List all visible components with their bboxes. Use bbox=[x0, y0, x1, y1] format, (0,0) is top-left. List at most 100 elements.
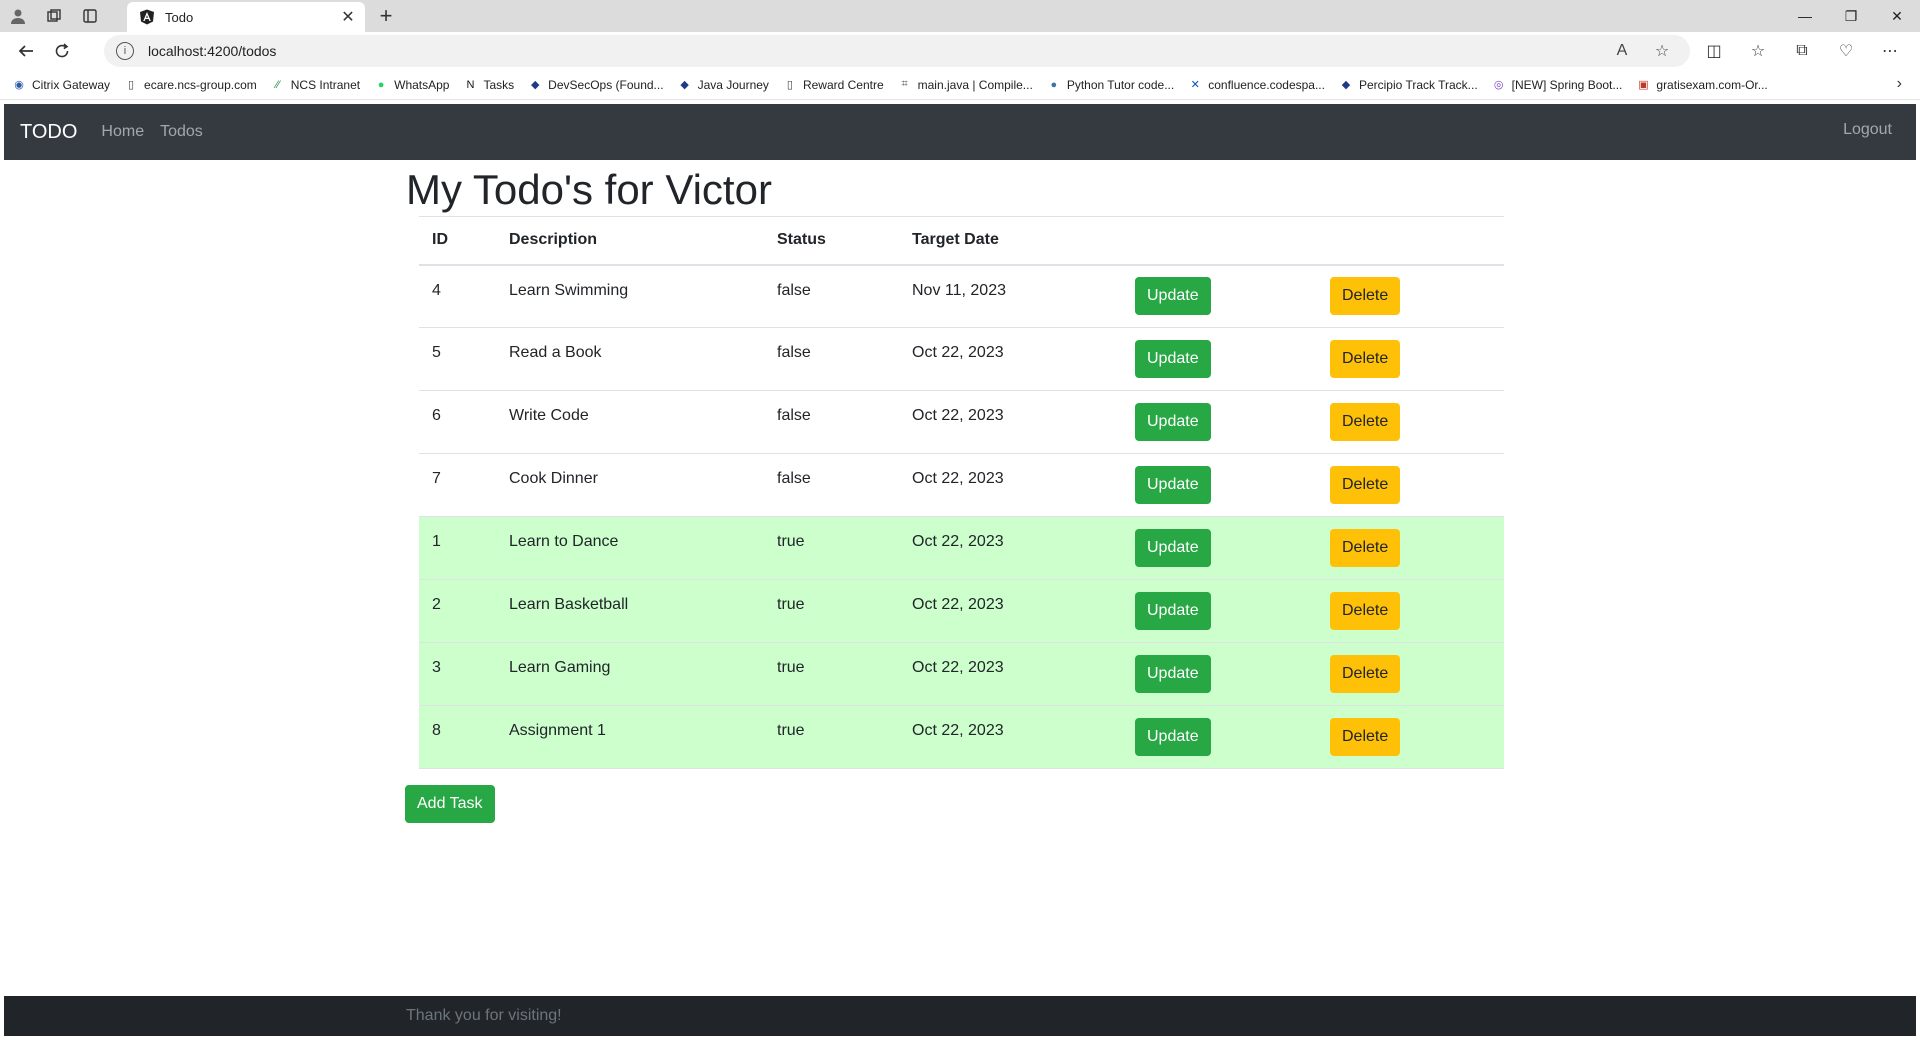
update-button[interactable]: Update bbox=[1135, 655, 1211, 693]
restore-icon[interactable]: ❐ bbox=[1828, 0, 1874, 32]
back-arrow-icon[interactable] bbox=[8, 34, 44, 68]
cell-description: Write Code bbox=[496, 390, 764, 454]
update-button[interactable]: Update bbox=[1135, 277, 1211, 316]
footer: Thank you for visiting! bbox=[4, 996, 1916, 1036]
delete-button[interactable]: Delete bbox=[1330, 718, 1401, 756]
table-header-row: ID Description Status Target Date bbox=[419, 216, 1504, 266]
cell-update: Update bbox=[1122, 453, 1317, 517]
app-frame: TODO Home Todos Logout My Todo's for Vic… bbox=[4, 104, 1916, 1036]
cell-delete: Delete bbox=[1317, 264, 1504, 328]
bookmark-item[interactable]: ● WhatsApp bbox=[374, 78, 450, 92]
profile-icon[interactable] bbox=[0, 0, 36, 32]
update-button[interactable]: Update bbox=[1135, 592, 1211, 630]
cell-update: Update bbox=[1122, 390, 1317, 454]
delete-button[interactable]: Delete bbox=[1330, 655, 1401, 693]
cell-description: Learn Basketball bbox=[496, 579, 764, 643]
confluence-icon: ✕ bbox=[1190, 79, 1200, 91]
header-target-date: Target Date bbox=[899, 216, 1122, 266]
cell-status: false bbox=[764, 390, 899, 454]
page-icon: ▯ bbox=[128, 79, 135, 91]
update-button[interactable]: Update bbox=[1135, 718, 1211, 756]
cell-update: Update bbox=[1122, 327, 1317, 391]
site-info-icon[interactable]: i bbox=[116, 42, 134, 60]
workspaces-icon[interactable] bbox=[36, 0, 72, 32]
tab-actions-icon[interactable] bbox=[72, 0, 108, 32]
bookmark-label: main.java | Compile... bbox=[917, 77, 1033, 92]
delete-button[interactable]: Delete bbox=[1330, 529, 1401, 567]
cell-description: Cook Dinner bbox=[496, 453, 764, 517]
cell-delete: Delete bbox=[1317, 390, 1504, 454]
update-button[interactable]: Update bbox=[1135, 403, 1211, 441]
cell-target-date: Oct 22, 2023 bbox=[899, 390, 1122, 454]
minimize-icon[interactable]: — bbox=[1782, 0, 1828, 32]
cell-status: true bbox=[764, 705, 899, 769]
bookmark-item[interactable]: ◎ [NEW] Spring Boot... bbox=[1492, 78, 1623, 92]
delete-button[interactable]: Delete bbox=[1330, 466, 1401, 504]
add-task-button[interactable]: Add Task bbox=[405, 785, 495, 823]
cell-description: Learn Swimming bbox=[496, 264, 764, 328]
table-row: 7 Cook Dinner false Oct 22, 2023 Update Delet… bbox=[419, 453, 1504, 517]
bookmark-item[interactable]: ◉ Citrix Gateway bbox=[12, 78, 110, 92]
diamond-icon: ◆ bbox=[680, 79, 689, 91]
nav-home[interactable]: Home bbox=[101, 123, 144, 141]
nav-todos[interactable]: Todos bbox=[160, 123, 203, 141]
cell-id: 6 bbox=[419, 390, 496, 454]
extensions-icon[interactable]: ♡ bbox=[1824, 41, 1868, 61]
cell-delete: Delete bbox=[1317, 642, 1504, 706]
favorites-icon[interactable]: ☆ bbox=[1736, 41, 1780, 61]
header-id: ID bbox=[419, 216, 496, 266]
delete-button[interactable]: Delete bbox=[1330, 340, 1401, 378]
update-button[interactable]: Update bbox=[1135, 340, 1211, 378]
cell-delete: Delete bbox=[1317, 453, 1504, 517]
page-icon: ▯ bbox=[786, 79, 793, 91]
bookmark-item[interactable]: ◆ Percipio Track Track... bbox=[1339, 78, 1478, 92]
cell-id: 7 bbox=[419, 453, 496, 517]
split-screen-icon[interactable]: ◫ bbox=[1692, 41, 1736, 61]
table-row: 4 Learn Swimming false Nov 11, 2023 Update De… bbox=[419, 264, 1504, 328]
bookmark-item[interactable]: ▯ Reward Centre bbox=[783, 78, 884, 92]
circle-icon: ◎ bbox=[1493, 79, 1504, 91]
bookmark-item[interactable]: ⁄⁄ NCS Intranet bbox=[271, 78, 360, 92]
close-tab-icon[interactable]: ✕ bbox=[337, 7, 359, 27]
bookmark-item[interactable]: ✕ confluence.codespa... bbox=[1188, 78, 1325, 92]
bookmark-item[interactable]: ▣ gratisexam.com-Or... bbox=[1636, 78, 1768, 92]
bookmark-label: ecare.ncs-group.com bbox=[144, 77, 257, 92]
url-text[interactable]: localhost:4200/todos bbox=[148, 43, 1602, 59]
collections-icon[interactable]: ⧉ bbox=[1780, 42, 1824, 60]
bookmark-label: Percipio Track Track... bbox=[1358, 77, 1478, 92]
nav-logout[interactable]: Logout bbox=[1843, 121, 1892, 139]
update-button[interactable]: Update bbox=[1135, 466, 1211, 504]
cell-target-date: Oct 22, 2023 bbox=[899, 327, 1122, 391]
browser-toolbar: i localhost:4200/todos A ☆ ◫ ☆ ⧉ ♡ ⋯ bbox=[0, 32, 1920, 70]
browser-tab-todo[interactable]: Todo ✕ bbox=[127, 2, 365, 32]
bookmark-label: confluence.codespa... bbox=[1208, 77, 1325, 92]
bookmark-item[interactable]: N Tasks bbox=[463, 78, 515, 92]
address-bar[interactable]: i localhost:4200/todos A ☆ bbox=[104, 35, 1690, 67]
read-aloud-icon[interactable]: A bbox=[1602, 42, 1642, 60]
favorite-star-icon[interactable]: ☆ bbox=[1642, 41, 1682, 61]
bookmark-item[interactable]: ⌗ main.java | Compile... bbox=[898, 78, 1033, 92]
cell-id: 3 bbox=[419, 642, 496, 706]
cell-target-date: Oct 22, 2023 bbox=[899, 642, 1122, 706]
window-controls: — ❐ ✕ bbox=[1782, 0, 1920, 32]
cell-description: Learn to Dance bbox=[496, 516, 764, 580]
cell-update: Update bbox=[1122, 516, 1317, 580]
bookmark-item[interactable]: ◆ Java Journey bbox=[678, 78, 769, 92]
brand[interactable]: TODO bbox=[20, 121, 77, 144]
delete-button[interactable]: Delete bbox=[1330, 277, 1401, 316]
header-update bbox=[1122, 216, 1317, 266]
table-row: 5 Read a Book false Oct 22, 2023 Update Delet… bbox=[419, 327, 1504, 391]
bookmarks-overflow-chevron-icon[interactable]: › bbox=[1897, 75, 1902, 93]
bookmark-item[interactable]: ◆ DevSecOps (Found... bbox=[528, 78, 664, 92]
bookmark-item[interactable]: ● Python Tutor code... bbox=[1047, 78, 1174, 92]
more-menu-icon[interactable]: ⋯ bbox=[1868, 41, 1912, 61]
update-button[interactable]: Update bbox=[1135, 529, 1211, 567]
new-tab-icon[interactable]: + bbox=[372, 2, 400, 30]
cell-description: Read a Book bbox=[496, 327, 764, 391]
delete-button[interactable]: Delete bbox=[1330, 403, 1401, 441]
refresh-icon[interactable] bbox=[44, 34, 80, 68]
delete-button[interactable]: Delete bbox=[1330, 592, 1401, 630]
header-description: Description bbox=[496, 216, 764, 266]
bookmark-item[interactable]: ▯ ecare.ncs-group.com bbox=[124, 78, 257, 92]
close-window-icon[interactable]: ✕ bbox=[1874, 0, 1920, 32]
